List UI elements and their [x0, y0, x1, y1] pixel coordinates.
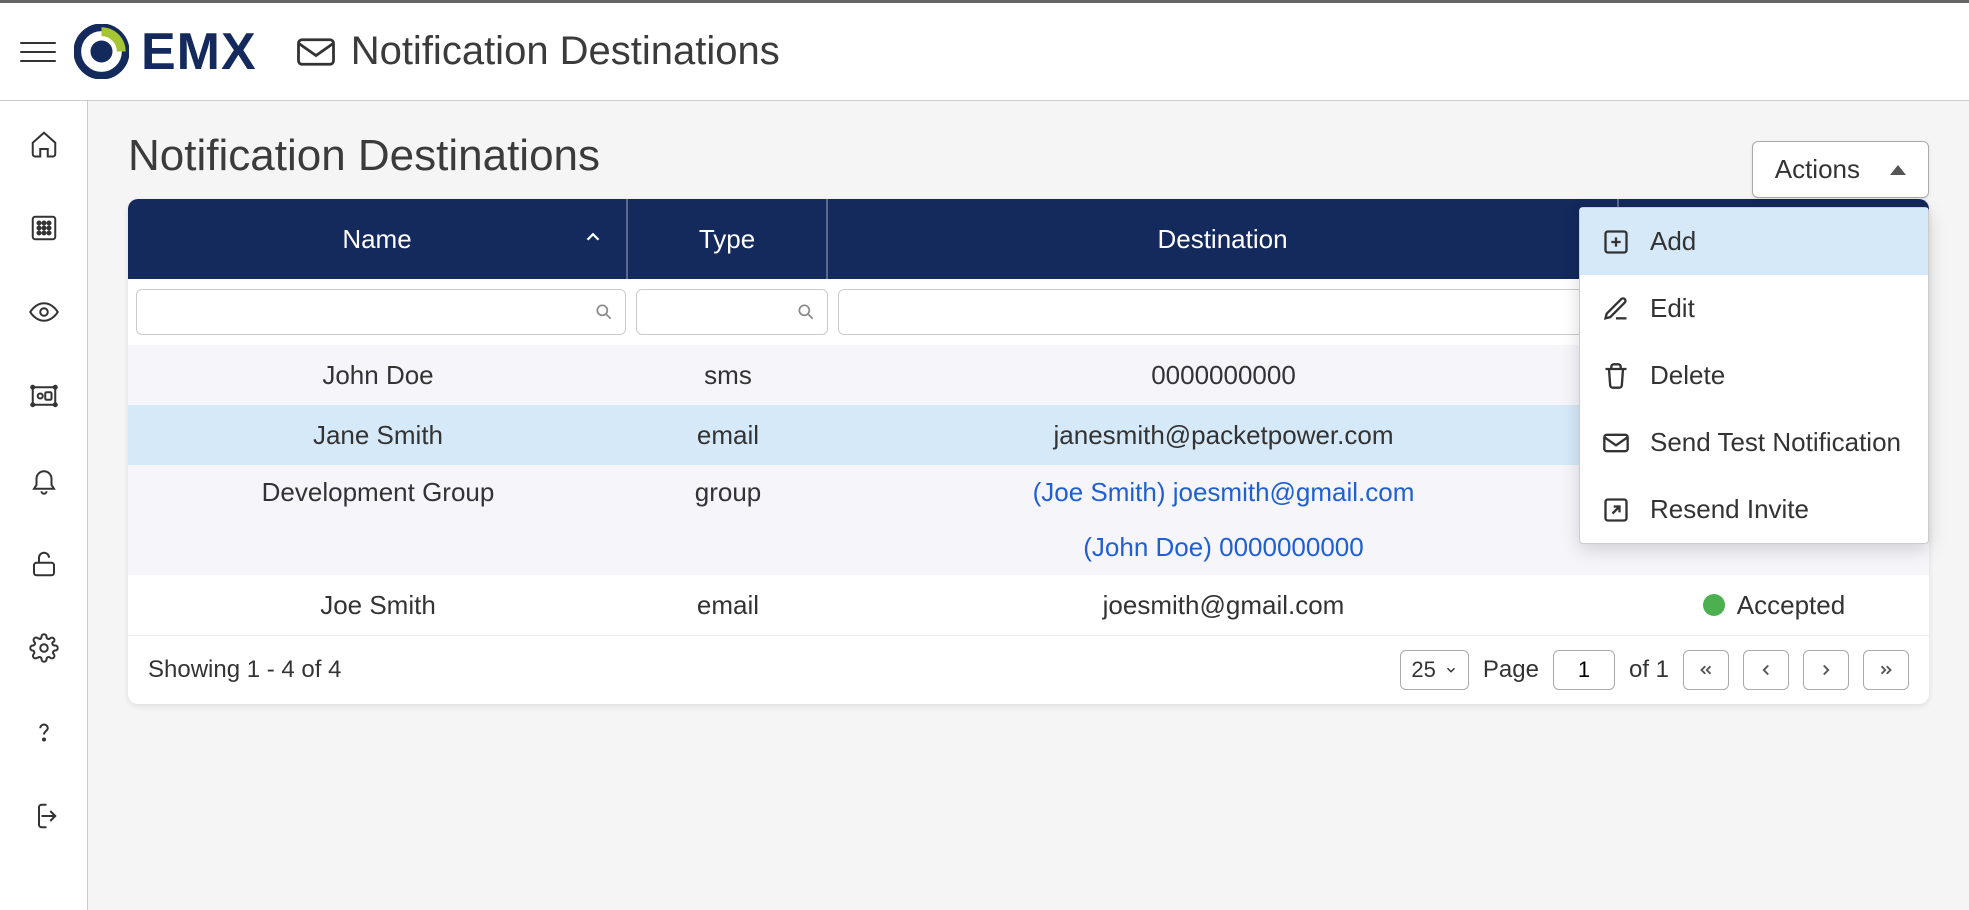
actions-menu-delete[interactable]: Delete [1580, 342, 1928, 409]
chevron-down-icon [1444, 663, 1458, 677]
first-page-button[interactable] [1683, 650, 1729, 690]
group-member-link[interactable]: (John Doe) 0000000000 [1083, 532, 1363, 562]
filter-name-input[interactable] [136, 289, 626, 335]
nav-eye-icon[interactable] [27, 295, 61, 329]
prev-page-button[interactable] [1743, 650, 1789, 690]
mail-icon [295, 31, 337, 73]
next-page-button[interactable] [1803, 650, 1849, 690]
sort-asc-icon [582, 224, 604, 255]
nav-help-icon[interactable] [27, 715, 61, 749]
status-badge: Accepted [1737, 590, 1845, 621]
actions-menu-resend-invite[interactable]: Resend Invite [1580, 476, 1928, 543]
nav-logout-icon[interactable] [27, 799, 61, 833]
header-title-group: Notification Destinations [295, 29, 780, 74]
showing-text: Showing 1 - 4 of 4 [148, 656, 341, 684]
main-content: Notification Destinations Actions Add Ed… [88, 101, 1969, 910]
status-dot-icon [1703, 594, 1725, 616]
page-of-label: of 1 [1629, 656, 1669, 684]
nav-home-icon[interactable] [27, 127, 61, 161]
mail-icon [1602, 429, 1630, 457]
menu-toggle-icon[interactable] [20, 34, 56, 70]
page-size-select[interactable]: 25 [1400, 650, 1468, 690]
actions-menu-edit[interactable]: Edit [1580, 275, 1928, 342]
page-label: Page [1483, 656, 1539, 684]
edit-icon [1602, 295, 1630, 323]
actions-menu-add[interactable]: Add [1580, 208, 1928, 275]
nav-group-icon[interactable] [27, 379, 61, 413]
last-page-button[interactable] [1863, 650, 1909, 690]
filter-destination-input[interactable] [838, 289, 1609, 335]
nav-unlock-icon[interactable] [27, 547, 61, 581]
chevron-left-icon [1757, 661, 1775, 679]
external-link-icon [1602, 496, 1630, 524]
brand-logo[interactable]: EMX [74, 22, 257, 82]
column-header-type[interactable]: Type [628, 199, 828, 279]
header-page-title: Notification Destinations [351, 29, 780, 74]
caret-up-icon [1890, 165, 1906, 175]
trash-icon [1602, 362, 1630, 390]
chevrons-left-icon [1697, 661, 1715, 679]
actions-button[interactable]: Actions [1752, 141, 1929, 198]
actions-menu: Add Edit Delete Send Test Notification R… [1579, 207, 1929, 544]
nav-bell-icon[interactable] [27, 463, 61, 497]
table-row[interactable]: Joe Smith email joesmith@gmail.com Accep… [128, 575, 1929, 635]
search-icon [796, 302, 816, 322]
nav-grid-icon[interactable] [27, 211, 61, 245]
table-footer: Showing 1 - 4 of 4 25 Page of 1 [128, 635, 1929, 704]
actions-menu-send-test[interactable]: Send Test Notification [1580, 409, 1928, 476]
nav-gear-icon[interactable] [27, 631, 61, 665]
chevron-right-icon [1817, 661, 1835, 679]
sidebar [0, 101, 88, 910]
chevrons-right-icon [1877, 661, 1895, 679]
plus-square-icon [1602, 228, 1630, 256]
group-member-link[interactable]: (Joe Smith) joesmith@gmail.com [1033, 477, 1415, 507]
column-header-destination[interactable]: Destination [828, 199, 1619, 279]
column-header-name[interactable]: Name [128, 199, 628, 279]
brand-text: EMX [141, 22, 257, 82]
app-header: EMX Notification Destinations [0, 3, 1969, 101]
page-title: Notification Destinations [128, 131, 1929, 181]
brand-logo-icon [74, 24, 129, 79]
page-number-input[interactable] [1553, 650, 1615, 690]
search-icon [594, 302, 614, 322]
actions-button-label: Actions [1775, 154, 1860, 185]
